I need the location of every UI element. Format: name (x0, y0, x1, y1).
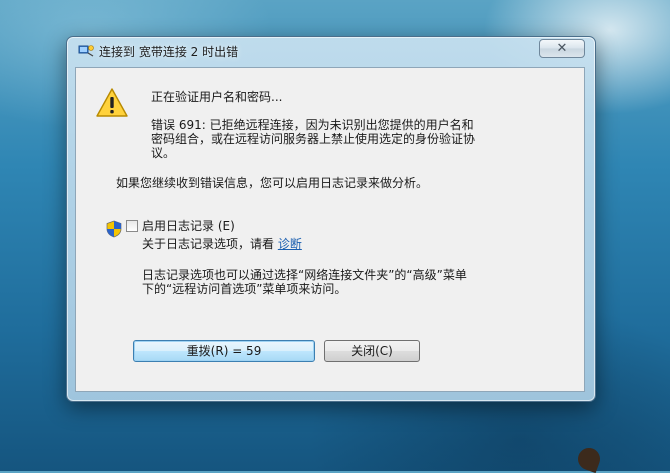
error-line: 密码组合，或在远程访问服务器上禁止使用选定的身份验证协 (151, 132, 476, 146)
diagnose-link[interactable]: 诊断 (278, 237, 302, 251)
error-line: 议。 (151, 146, 176, 160)
title-bar[interactable]: 连接到 宽带连接 2 时出错 ✕ (67, 37, 595, 65)
continue-hint: 如果您继续收到错误信息，您可以启用日志记录来做分析。 (116, 176, 429, 190)
dialog-content: 正在验证用户名和密码... 错误 691: 已拒绝远程连接，因为未识别出您提供的… (75, 67, 585, 392)
window-title: 连接到 宽带连接 2 时出错 (99, 45, 239, 59)
info-line: 下的“远程访问首选项”菜单项来访问。 (142, 282, 347, 296)
info-line: 日志记录选项也可以通过选择“网络连接文件夹”的“高级”菜单 (142, 268, 467, 282)
uac-shield-icon (106, 220, 122, 238)
redial-button[interactable]: 重拨(R) = 59 (133, 340, 315, 362)
close-window-button[interactable]: ✕ (539, 39, 585, 58)
status-text: 正在验证用户名和密码... (151, 90, 283, 104)
logging-options-prefix: 关于日志记录选项，请看 (142, 237, 278, 251)
logging-info: 日志记录选项也可以通过选择“网络连接文件夹”的“高级”菜单 下的“远程访问首选项… (142, 268, 562, 296)
enable-logging-label[interactable]: 启用日志记录 (E) (142, 219, 235, 233)
enable-logging-checkbox[interactable] (126, 220, 138, 232)
close-icon: ✕ (556, 41, 568, 56)
error-line: 错误 691: 已拒绝远程连接，因为未识别出您提供的用户名和 (151, 118, 474, 132)
network-connection-icon (78, 45, 94, 57)
warning-icon (96, 88, 128, 117)
error-dialog-window: 连接到 宽带连接 2 时出错 ✕ 正在验证用户名和密码... 错误 691: 已… (66, 36, 596, 402)
logging-options-text: 关于日志记录选项，请看 诊断 (142, 237, 302, 251)
error-message: 错误 691: 已拒绝远程连接，因为未识别出您提供的用户名和 密码组合，或在远程… (151, 118, 551, 160)
close-button[interactable]: 关闭(C) (324, 340, 420, 362)
